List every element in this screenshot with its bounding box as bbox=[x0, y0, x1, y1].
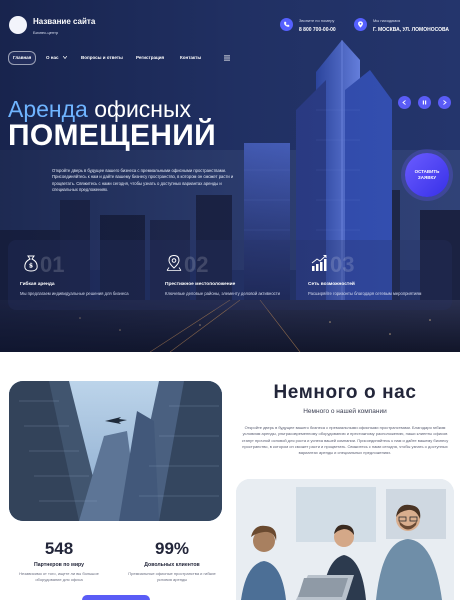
hero-description: Откройте дверь в будущее вашего бизнеса … bbox=[52, 168, 234, 193]
money-bag-icon: $ bbox=[24, 255, 38, 272]
cta-request-button[interactable]: ОСТАВИТЬ ЗАЯВКУ bbox=[405, 153, 449, 197]
feature-description: Расширяйте горизонты благодаря сетевым м… bbox=[308, 291, 422, 296]
phone-label: Звоните по номеру bbox=[299, 18, 335, 23]
feature-title: Гибкая аренда bbox=[20, 282, 55, 287]
slider-prev-button[interactable] bbox=[398, 96, 411, 109]
stat-value: 548 bbox=[44, 539, 74, 558]
nav-item-about[interactable]: О нас bbox=[46, 51, 58, 65]
feature-number: 03 bbox=[330, 252, 355, 277]
slider-next-button[interactable] bbox=[438, 96, 451, 109]
phone-icon bbox=[280, 18, 293, 31]
pause-icon bbox=[422, 100, 427, 105]
address-value: Г. МОСКВА, УЛ. ЛОМОНОСОВА bbox=[373, 27, 449, 33]
nav-item-faq[interactable]: Вопросы и ответы bbox=[81, 51, 123, 65]
address-label: Мы находимся bbox=[373, 18, 401, 23]
feature-title: Сеть возможностей bbox=[308, 282, 355, 287]
skyscrapers-photo bbox=[9, 381, 222, 521]
feature-number: 01 bbox=[40, 252, 65, 277]
stat-value: 99% bbox=[154, 539, 190, 558]
site-tagline: Бизнес-центр bbox=[33, 30, 59, 35]
nav-item-home[interactable]: Главная bbox=[13, 51, 31, 65]
feature-title: Престижное местоположение bbox=[165, 282, 236, 287]
nav-item-contacts[interactable]: Контакты bbox=[180, 51, 201, 65]
features-panel bbox=[8, 240, 452, 310]
stat-label: Партнеров по миру bbox=[34, 562, 84, 568]
map-pin-icon bbox=[166, 254, 182, 271]
location-icon bbox=[354, 18, 367, 31]
slider-pause-button[interactable] bbox=[418, 96, 431, 109]
nav-item-register[interactable]: Регистрация bbox=[136, 51, 164, 65]
about-title: Немного о нас bbox=[273, 382, 417, 403]
hero-title-line2: ПОМЕЩЕНИЙ bbox=[8, 119, 216, 152]
feature-description: Мы предлагаем индивидуальные решения для… bbox=[20, 291, 129, 296]
chevron-down-icon[interactable] bbox=[63, 56, 67, 59]
stat-label: Довольных клиентов bbox=[144, 562, 200, 568]
feature-number: 02 bbox=[184, 252, 209, 277]
site-name[interactable]: Название сайта bbox=[33, 17, 95, 26]
page: Название сайта Бизнес-центр Звоните по н… bbox=[0, 0, 460, 600]
feature-description: Ключевые деловые районы, элементу делово… bbox=[165, 291, 281, 296]
svg-text:$: $ bbox=[29, 263, 33, 270]
menu-icon[interactable] bbox=[224, 55, 230, 61]
phone-number[interactable]: 8 800 700-00-00 bbox=[299, 27, 336, 33]
growth-chart-icon bbox=[311, 255, 327, 271]
more-button[interactable] bbox=[82, 595, 150, 600]
about-description: Откройте дверь в будущее вашего бизнеса … bbox=[241, 425, 449, 456]
arrow-right-icon bbox=[443, 100, 447, 105]
stat-description: Независимо от того, ищете ли вы большое … bbox=[19, 571, 99, 582]
team-photo bbox=[236, 479, 454, 600]
site-logo[interactable] bbox=[9, 16, 27, 34]
about-subtitle: Немного о нашей компании bbox=[303, 408, 387, 415]
stat-description: Премиальные офисные пространства и гибки… bbox=[128, 571, 216, 582]
arrow-left-icon bbox=[402, 100, 406, 105]
